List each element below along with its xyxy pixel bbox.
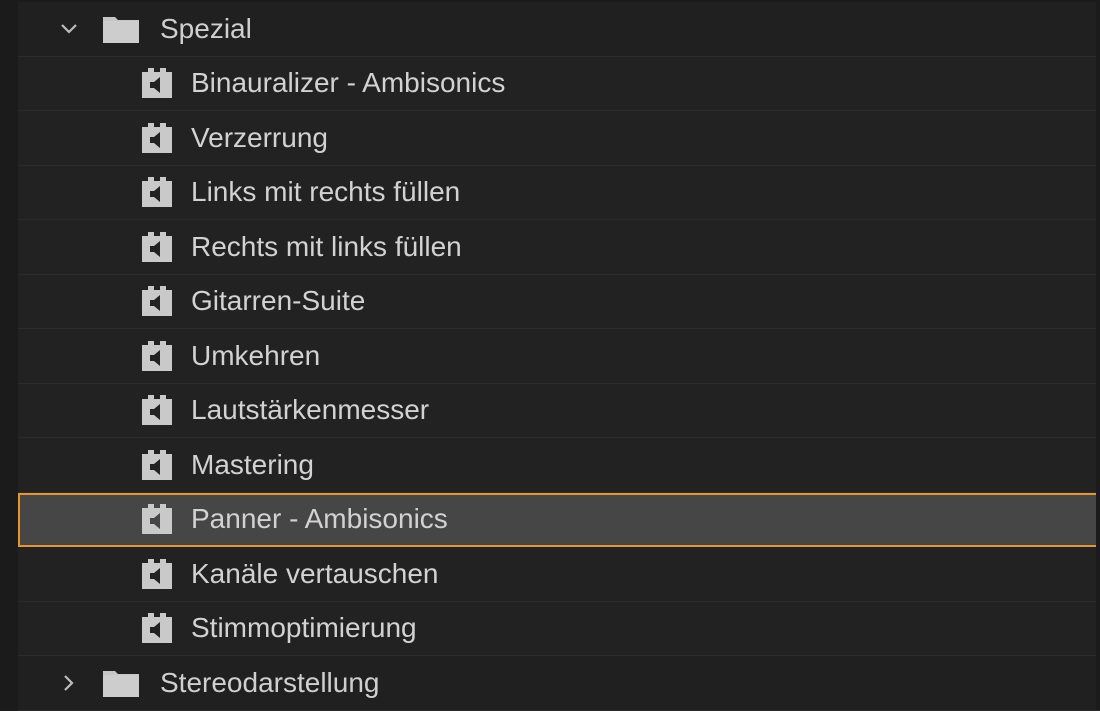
effect-label: Links mit rechts füllen — [191, 176, 461, 208]
effect-label: Panner - Ambisonics — [191, 503, 448, 535]
audio-effect-icon — [142, 231, 172, 262]
effect-row[interactable]: Rechts mit links füllen — [18, 220, 1100, 275]
effect-row[interactable]: Mastering — [18, 438, 1100, 493]
audio-effect-icon — [142, 395, 172, 426]
effect-label: Verzerrung — [191, 121, 328, 153]
audio-effect-icon — [142, 504, 172, 535]
folder-icon — [103, 16, 139, 43]
audio-effect-icon — [142, 449, 172, 480]
folder-row-spezial[interactable]: Spezial — [18, 2, 1100, 57]
effect-label: Mastering — [191, 448, 314, 480]
folder-icon — [103, 670, 139, 697]
chevron-right-icon[interactable] — [58, 672, 80, 694]
effect-label: Gitarren-Suite — [191, 285, 366, 317]
audio-effect-icon — [142, 122, 172, 153]
effect-label: Kanäle vertauschen — [191, 557, 439, 589]
effect-label: Binauralizer - Ambisonics — [191, 67, 506, 99]
effect-label: Lautstärkenmesser — [191, 394, 430, 426]
effect-row[interactable]: Kanäle vertauschen — [18, 547, 1100, 602]
audio-effect-icon — [142, 177, 172, 208]
effects-panel: Spezial Binauralizer - Ambisonics Verzer… — [0, 0, 1100, 711]
effect-row[interactable]: Gitarren-Suite — [18, 274, 1100, 329]
effect-label: Stimmoptimierung — [191, 612, 417, 644]
effect-label: Rechts mit links füllen — [191, 230, 462, 262]
chevron-down-icon[interactable] — [58, 18, 80, 40]
folder-label: Stereodarstellung — [160, 666, 380, 698]
audio-effect-icon — [142, 340, 172, 371]
effect-label: Umkehren — [191, 339, 321, 371]
effect-row[interactable]: Stimmoptimierung — [18, 601, 1100, 656]
effect-row[interactable]: Verzerrung — [18, 111, 1100, 166]
scrollbar[interactable] — [1096, 0, 1100, 710]
audio-effect-icon — [142, 558, 172, 589]
folder-label: Spezial — [160, 12, 252, 44]
effects-tree: Spezial Binauralizer - Ambisonics Verzer… — [18, 2, 1100, 711]
folder-row-stereodarstellung[interactable]: Stereodarstellung — [18, 656, 1100, 711]
audio-effect-icon — [142, 68, 172, 99]
audio-effect-icon — [142, 613, 172, 644]
effect-row[interactable]: Lautstärkenmesser — [18, 383, 1100, 438]
effect-row-selected[interactable]: Panner - Ambisonics — [18, 492, 1100, 547]
effect-row[interactable]: Binauralizer - Ambisonics — [18, 56, 1100, 111]
audio-effect-icon — [142, 286, 172, 317]
effect-row[interactable]: Links mit rechts füllen — [18, 165, 1100, 220]
effect-row[interactable]: Umkehren — [18, 329, 1100, 384]
